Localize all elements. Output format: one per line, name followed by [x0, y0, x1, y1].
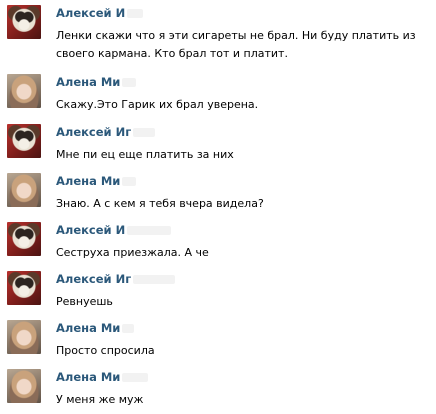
message-text: Сеструха приезжала. А че	[56, 246, 209, 259]
redacted-surname	[133, 128, 156, 137]
message-item: Алена Ми Просто спросила	[0, 317, 436, 365]
message-text: Ревнуешь	[56, 295, 113, 308]
message-text: Ленки скажи что я эти сигареты не брал. …	[56, 29, 416, 60]
author-name[interactable]: Алена Ми	[56, 174, 120, 188]
message-text: Знаю. А с кем я тебя вчера видела?	[56, 197, 264, 210]
message-item: Алексей Иг Ревнуешь	[0, 268, 436, 316]
avatar[interactable]	[7, 173, 41, 207]
message-item: Алена Ми Знаю. А с кем я тебя вчера виде…	[0, 170, 436, 218]
message-item: Алена Ми У меня же муж	[0, 366, 436, 414]
author-name[interactable]: Алена Ми	[56, 75, 120, 89]
avatar[interactable]	[7, 124, 41, 158]
message-item: Алексей И Сеструха приезжала. А че	[0, 219, 436, 267]
redacted-surname	[122, 324, 135, 333]
avatar[interactable]	[7, 320, 41, 354]
avatar[interactable]	[7, 74, 41, 108]
redacted-surname	[122, 373, 149, 382]
message-item: Алексей Иг Мне пи ец еще платить за них	[0, 121, 436, 169]
message-item: Алена Ми Скажу.Это Гарик их брал уверена…	[0, 71, 436, 119]
message-item: Алексей И Ленки скажи что я эти сигареты…	[0, 2, 436, 60]
message-text: У меня же муж	[56, 393, 144, 406]
author-name[interactable]: Алексей Иг	[56, 125, 131, 139]
author-name[interactable]: Алена Ми	[56, 370, 120, 384]
redacted-surname	[133, 275, 176, 284]
redacted-surname	[122, 177, 137, 186]
author-name[interactable]: Алена Ми	[56, 321, 120, 335]
message-text: Просто спросила	[56, 344, 155, 357]
avatar[interactable]	[7, 271, 41, 305]
author-name[interactable]: Алексей Иг	[56, 272, 131, 286]
message-text: Мне пи ец еще платить за них	[56, 148, 234, 161]
author-name[interactable]: Алексей И	[56, 6, 125, 20]
avatar[interactable]	[7, 369, 41, 403]
redacted-surname	[122, 78, 137, 87]
avatar[interactable]	[7, 222, 41, 256]
avatar[interactable]	[7, 5, 41, 39]
redacted-surname	[127, 9, 144, 18]
redacted-surname	[127, 226, 172, 235]
message-text: Скажу.Это Гарик их брал уверена.	[56, 98, 259, 111]
chat-history: Алексей И Ленки скажи что я эти сигареты…	[0, 0, 436, 411]
author-name[interactable]: Алексей И	[56, 223, 125, 237]
